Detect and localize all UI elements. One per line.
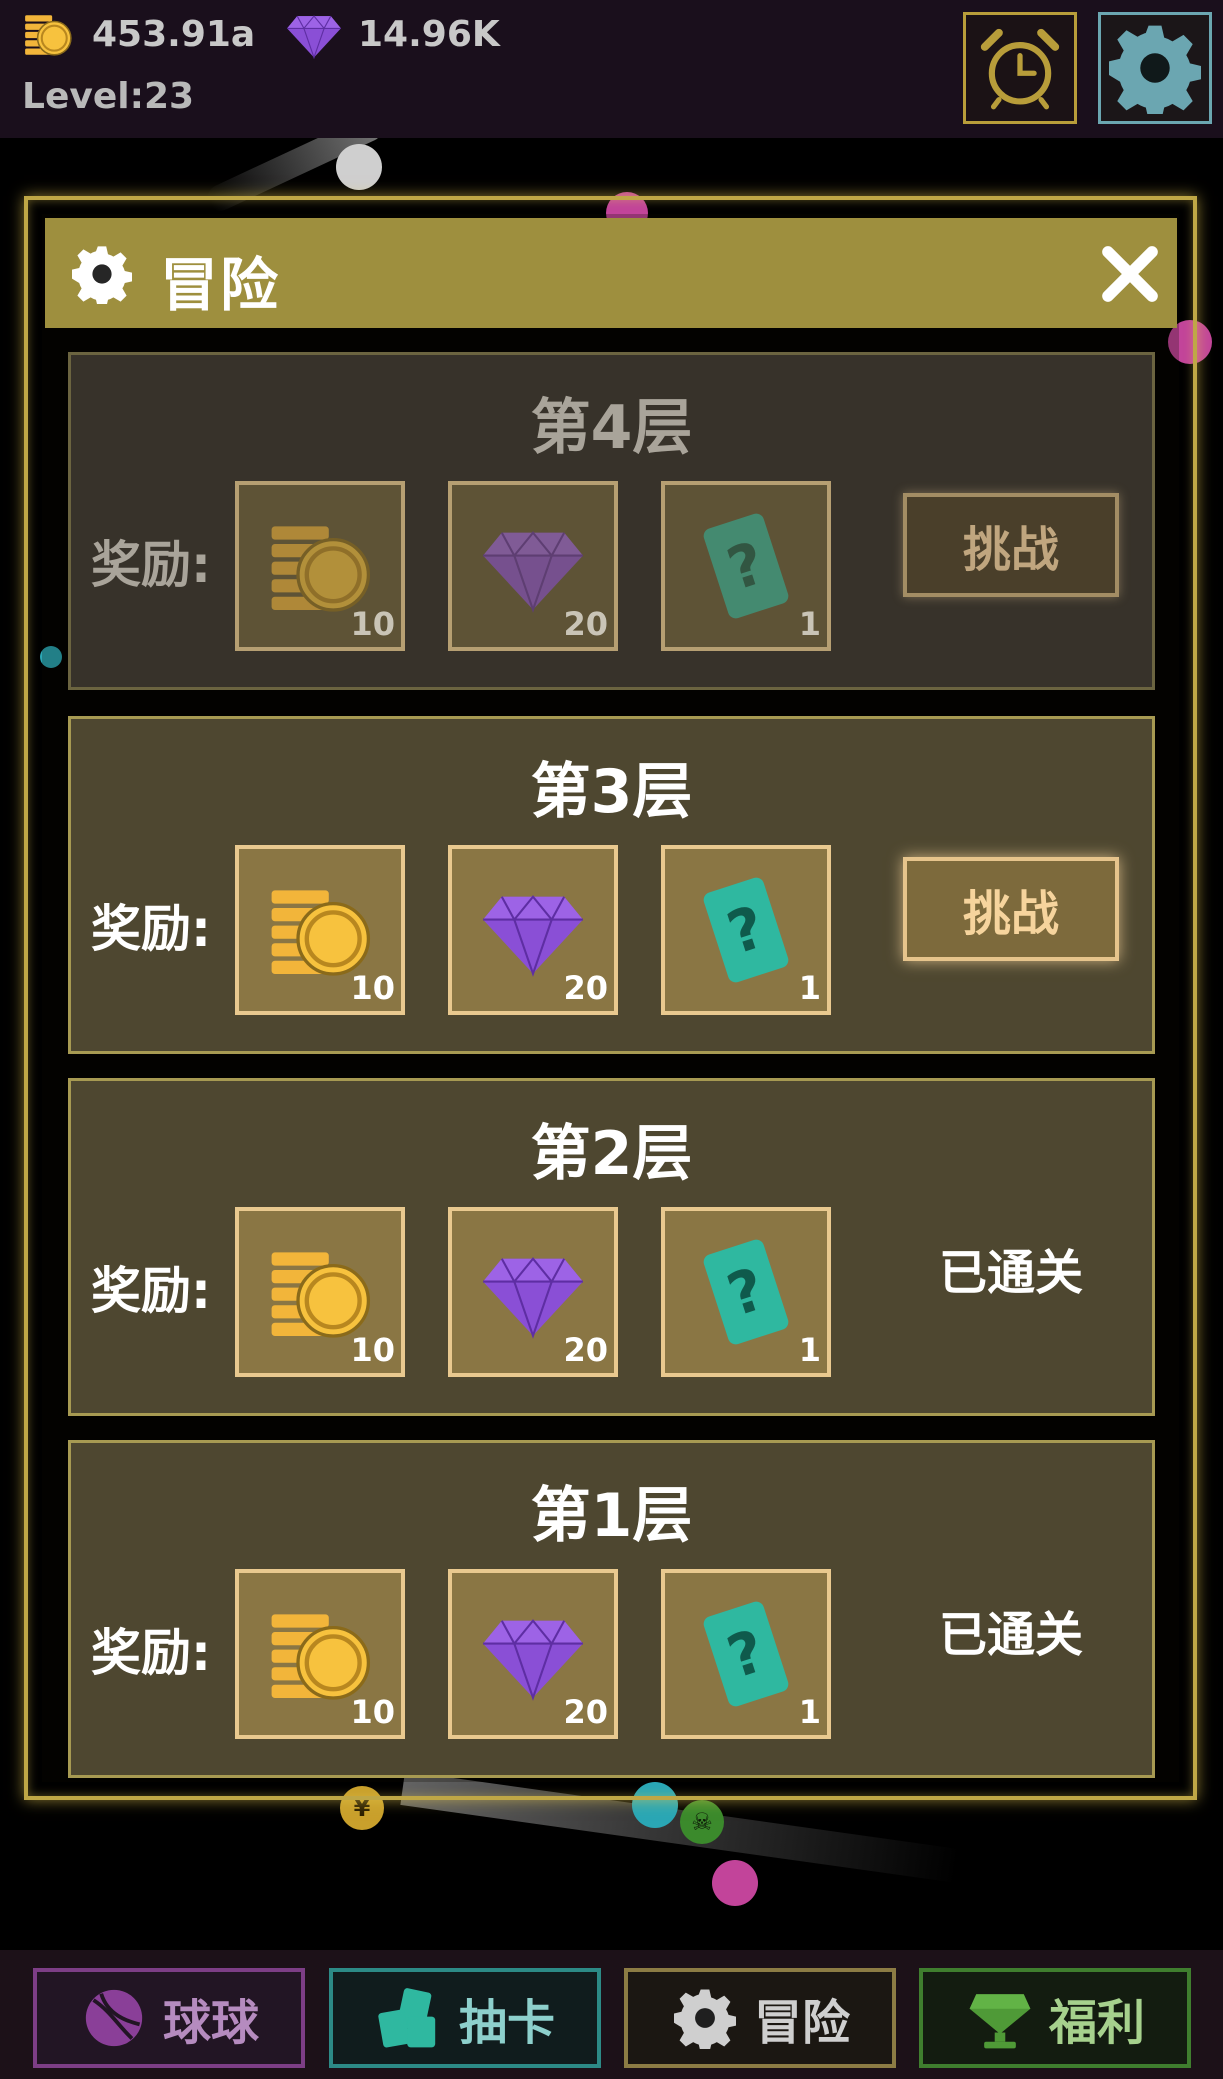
- reward-coins: 10: [235, 1569, 405, 1739]
- reward-card: 1: [661, 845, 831, 1015]
- top-hud: 453.91a 14.96K Level:23: [0, 0, 1223, 138]
- reward-count: 1: [798, 605, 821, 643]
- diamond-icon: [473, 1240, 593, 1344]
- reward-count: 10: [350, 1693, 395, 1731]
- reward-count: 20: [563, 1693, 608, 1731]
- cleared-status: 已通关: [938, 1245, 1083, 1301]
- reward-card: 1: [661, 1207, 831, 1377]
- diamond-icon: [286, 8, 342, 60]
- level-label: Level:23: [22, 76, 195, 117]
- nav-welfare-label: 福利: [1048, 1995, 1145, 2051]
- diamond-icon: [473, 878, 593, 982]
- layer-1-panel: 第1层 奖励: 10 20 1 已通关: [68, 1440, 1155, 1778]
- reward-count: 1: [798, 969, 821, 1007]
- reward-count: 20: [563, 605, 608, 643]
- nav-adventure-button[interactable]: 冒险: [624, 1968, 896, 2068]
- alarm-clock-icon: [980, 28, 1060, 110]
- reward-count: 10: [350, 605, 395, 643]
- nav-draw-button[interactable]: 抽卡: [329, 1968, 601, 2068]
- reward-coins: 10: [235, 845, 405, 1015]
- reward-coins: 10: [235, 481, 405, 651]
- reward-label: 奖励:: [91, 900, 211, 958]
- close-button[interactable]: [1090, 234, 1170, 314]
- mystery-card-icon: [690, 1236, 802, 1348]
- reward-gems: 20: [448, 481, 618, 651]
- layer-4-panel: 第4层 奖励: 10 20 1 挑战: [68, 352, 1155, 690]
- mystery-card-icon: [690, 874, 802, 986]
- challenge-button[interactable]: 挑战: [903, 857, 1119, 961]
- layer-2-panel: 第2层 奖励: 10 20 1 已通关: [68, 1078, 1155, 1416]
- layer-3-panel: 第3层 奖励: 10 20 1 挑战: [68, 716, 1155, 1054]
- reward-gems: 20: [448, 1569, 618, 1739]
- mystery-card-icon: [690, 510, 802, 622]
- gem-counter: 14.96K: [286, 8, 500, 60]
- close-icon: [1102, 246, 1158, 302]
- reward-count: 10: [350, 969, 395, 1007]
- background-ball: [712, 1860, 758, 1906]
- reward-count: 1: [798, 1693, 821, 1731]
- bottom-nav: 球球 抽卡 冒险 福利: [0, 1950, 1223, 2079]
- cards-icon: [375, 1983, 445, 2053]
- nav-adventure-label: 冒险: [753, 1995, 850, 2051]
- nav-welfare-button[interactable]: 福利: [919, 1968, 1191, 2068]
- reward-count: 1: [798, 1331, 821, 1369]
- background-ball: [336, 144, 382, 190]
- reward-label: 奖励:: [91, 1624, 211, 1682]
- reward-card: 1: [661, 481, 831, 651]
- reward-count: 10: [350, 1331, 395, 1369]
- nav-balls-button[interactable]: 球球: [33, 1968, 305, 2068]
- coin-counter: 453.91a: [20, 8, 255, 60]
- diamond-icon: [473, 514, 593, 618]
- nav-balls-label: 球球: [162, 1995, 259, 2051]
- layer-title: 第1层: [530, 1481, 693, 1551]
- layer-title: 第3层: [530, 757, 693, 827]
- gear-icon: [72, 244, 132, 304]
- coin-amount: 453.91a: [92, 13, 256, 55]
- mystery-card-icon: [690, 1598, 802, 1710]
- reward-count: 20: [563, 1331, 608, 1369]
- trophy-icon: [965, 1983, 1035, 2053]
- gem-amount: 14.96K: [358, 13, 500, 55]
- dialog-title: 冒险: [160, 251, 281, 319]
- layer-title: 第2层: [530, 1119, 693, 1189]
- settings-button[interactable]: [1098, 12, 1212, 124]
- ball-icon: [79, 1983, 149, 2053]
- reward-label: 奖励:: [91, 1262, 211, 1320]
- gear-icon: [670, 1983, 740, 2053]
- alarm-button[interactable]: [963, 12, 1077, 124]
- reward-card: 1: [661, 1569, 831, 1739]
- layer-title: 第4层: [530, 393, 693, 463]
- diamond-icon: [473, 1602, 593, 1706]
- reward-gems: 20: [448, 1207, 618, 1377]
- reward-count: 20: [563, 969, 608, 1007]
- reward-gems: 20: [448, 845, 618, 1015]
- coin-stack-icon: [20, 8, 76, 60]
- cleared-status: 已通关: [938, 1607, 1083, 1663]
- reward-label: 奖励:: [91, 536, 211, 594]
- reward-coins: 10: [235, 1207, 405, 1377]
- challenge-button[interactable]: 挑战: [903, 493, 1119, 597]
- gear-icon: [1109, 22, 1201, 114]
- skull-ball-icon: ☠: [680, 1800, 724, 1844]
- nav-draw-label: 抽卡: [458, 1995, 555, 2051]
